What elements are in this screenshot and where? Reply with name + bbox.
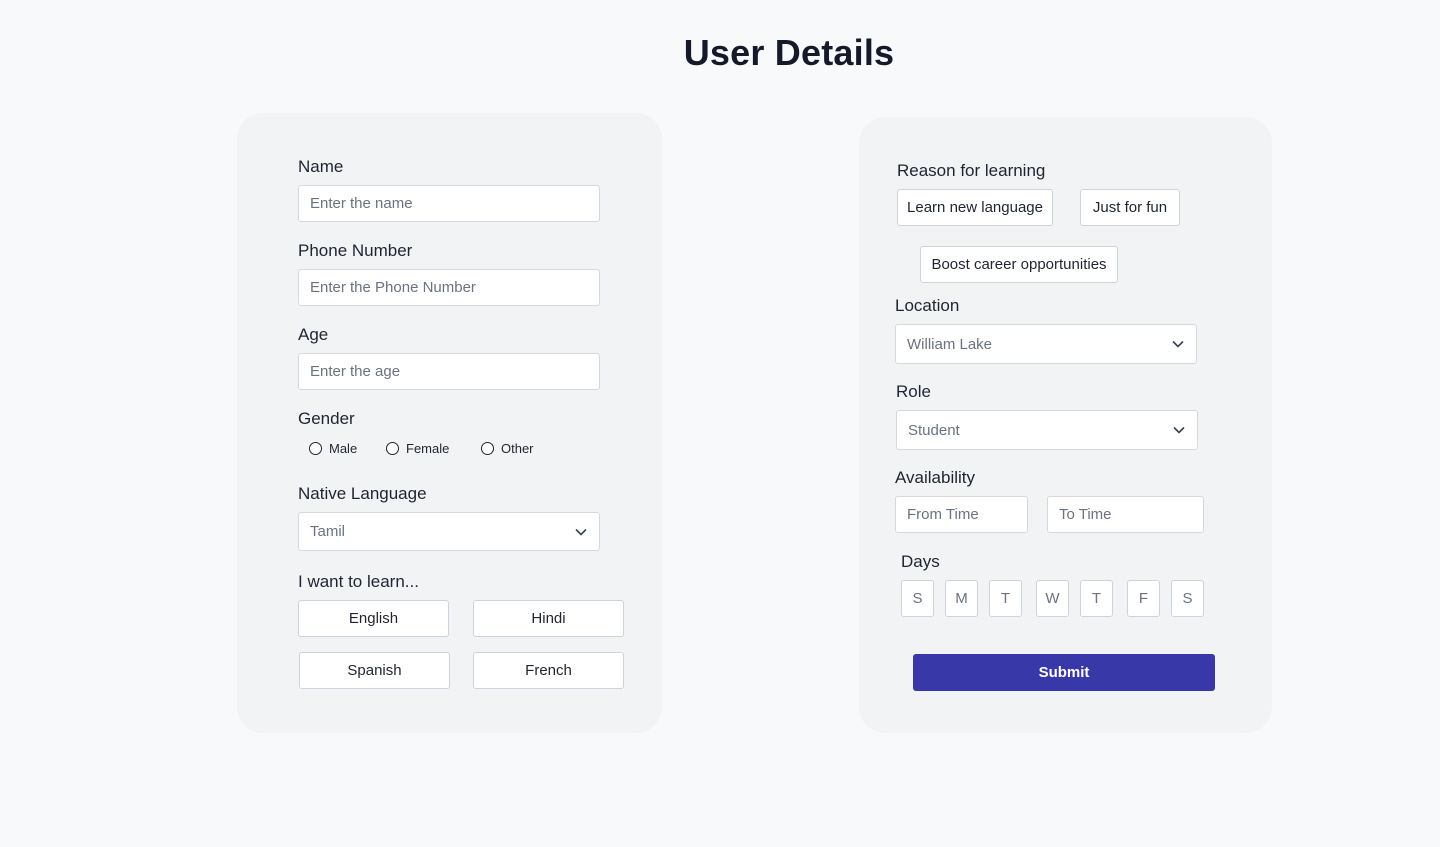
age-input[interactable]	[298, 353, 600, 390]
learn-option-french[interactable]: French	[473, 652, 624, 689]
from-time-input[interactable]	[895, 496, 1028, 533]
native-language-value: Tamil	[310, 523, 346, 540]
name-input[interactable]	[298, 185, 600, 222]
chevron-down-icon	[575, 528, 587, 536]
location-value: William Lake	[907, 335, 993, 353]
reason-option-learn-new-language[interactable]: Learn new language	[897, 189, 1053, 226]
phone-label: Phone Number	[298, 241, 413, 260]
gender-option-label: Male	[329, 441, 358, 456]
day-tuesday[interactable]: T	[989, 580, 1022, 617]
gender-radio-other[interactable]: Other	[481, 441, 534, 456]
name-label: Name	[298, 157, 344, 176]
learn-option-hindi[interactable]: Hindi	[473, 600, 624, 637]
page-title: User Details	[683, 32, 895, 73]
to-time-input[interactable]	[1047, 496, 1204, 533]
days-label: Days	[901, 552, 940, 571]
location-label: Location	[895, 296, 960, 315]
native-language-select[interactable]: Tamil	[298, 512, 600, 551]
radio-unchecked-icon	[309, 442, 322, 455]
radio-unchecked-icon	[481, 442, 494, 455]
gender-label: Gender	[298, 409, 355, 428]
chevron-down-icon	[1173, 426, 1185, 434]
role-value: Student	[908, 421, 960, 439]
availability-label: Availability	[895, 468, 976, 487]
radio-unchecked-icon	[386, 442, 399, 455]
chevron-down-icon	[1172, 340, 1184, 348]
reason-option-boost-career[interactable]: Boost career opportunities	[920, 246, 1118, 283]
role-select[interactable]: Student	[896, 410, 1198, 450]
learn-option-english[interactable]: English	[298, 600, 449, 637]
day-friday[interactable]: F	[1127, 580, 1160, 617]
day-wednesday[interactable]: W	[1036, 580, 1069, 617]
native-language-label: Native Language	[298, 484, 427, 503]
learn-option-spanish[interactable]: Spanish	[299, 652, 450, 689]
phone-input[interactable]	[298, 269, 600, 306]
gender-radio-female[interactable]: Female	[386, 441, 449, 456]
gender-option-label: Other	[501, 441, 534, 456]
gender-option-label: Female	[406, 441, 450, 456]
age-label: Age	[298, 325, 329, 344]
day-thursday[interactable]: T	[1080, 580, 1113, 617]
location-select[interactable]: William Lake	[895, 324, 1197, 364]
submit-button[interactable]: Submit	[913, 654, 1215, 691]
reason-option-just-for-fun[interactable]: Just for fun	[1080, 189, 1180, 226]
day-sunday[interactable]: S	[901, 580, 934, 617]
role-label: Role	[896, 382, 931, 401]
learn-label: I want to learn...	[298, 572, 419, 591]
day-saturday[interactable]: S	[1171, 580, 1204, 617]
gender-radio-male[interactable]: Male	[309, 441, 357, 456]
reason-label: Reason for learning	[897, 161, 1046, 180]
day-monday[interactable]: M	[945, 580, 978, 617]
